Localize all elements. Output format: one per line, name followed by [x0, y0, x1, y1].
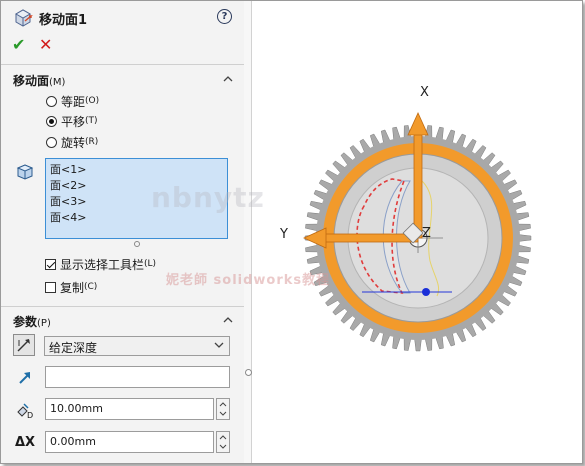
list-resize-handle[interactable]: [134, 241, 140, 247]
reverse-direction-icon: [17, 339, 30, 352]
x-arrow-head[interactable]: [407, 112, 429, 136]
divider: [1, 306, 244, 307]
collapse-move-face-icon[interactable]: [223, 74, 233, 84]
end-condition-select[interactable]: 给定深度: [44, 336, 230, 356]
axis-y-label: Y: [280, 227, 288, 242]
divider: [1, 64, 244, 65]
property-manager: 移动面1 ? ✔ ✕ 移动面(M) 等距 (O) 平移 (T) 旋转 (R) 面…: [1, 1, 245, 463]
axis-z-label: Z: [422, 226, 431, 241]
option-rotate[interactable]: 旋转 (R): [46, 134, 98, 150]
parameters-group-title[interactable]: 参数(P): [13, 313, 51, 330]
move-face-window: 移动面1 ? ✔ ✕ 移动面(M) 等距 (O) 平移 (T) 旋转 (R) 面…: [0, 0, 583, 464]
chevron-down-icon: [214, 342, 224, 348]
graphics-viewport[interactable]: X Y Z: [252, 1, 582, 463]
x-axis-arrow[interactable]: [413, 130, 423, 239]
move-face-group-title[interactable]: 移动面(M): [13, 72, 65, 89]
move-face-feature-icon: [14, 9, 33, 27]
depth-icon: D: [17, 403, 33, 420]
page-title: 移动面1: [39, 13, 88, 28]
svg-text:D: D: [27, 411, 33, 420]
cancel-button[interactable]: ✕: [39, 35, 52, 54]
panel-splitter[interactable]: [244, 1, 252, 463]
radio-offset[interactable]: [46, 95, 57, 107]
radio-rotate[interactable]: [46, 136, 57, 148]
delta-x-spinner[interactable]: [216, 431, 230, 453]
reverse-direction-button[interactable]: [13, 334, 35, 356]
collapse-parameters-icon[interactable]: [223, 315, 233, 325]
checkbox-copy[interactable]: [45, 281, 56, 293]
delta-x-icon: ΔX: [15, 435, 36, 450]
direction-field[interactable]: [45, 366, 230, 388]
list-item[interactable]: 面<1>: [50, 162, 227, 178]
ok-button[interactable]: ✔: [12, 35, 25, 54]
y-axis-arrow[interactable]: [321, 233, 419, 243]
reference-point[interactable]: [422, 288, 430, 296]
direction-arrow-icon: [19, 372, 30, 384]
show-selection-toolbar[interactable]: 显示选择工具栏 (L): [45, 256, 156, 272]
delta-x-field[interactable]: 0.00mm: [45, 431, 214, 453]
gear-model[interactable]: [252, 1, 582, 463]
radio-translate[interactable]: [46, 115, 57, 127]
help-icon[interactable]: ?: [217, 9, 232, 24]
watermark-logo: nbnytz: [151, 181, 265, 214]
watermark-text: 妮老師 solidworks教程: [166, 273, 331, 288]
face-selection-icon: [16, 164, 34, 180]
option-offset[interactable]: 等距 (O): [46, 93, 99, 109]
y-arrow-head[interactable]: [303, 227, 327, 249]
splitter-handle[interactable]: [245, 369, 252, 376]
option-translate[interactable]: 平移 (T): [46, 113, 98, 129]
depth-spinner[interactable]: [216, 398, 230, 420]
checkbox-show-toolbar[interactable]: [45, 258, 56, 270]
copy-option[interactable]: 复制 (C): [45, 279, 97, 295]
property-header: 移动面1 ?: [1, 1, 244, 33]
depth-field[interactable]: 10.00mm: [45, 398, 214, 420]
axis-x-label: X: [420, 85, 429, 100]
